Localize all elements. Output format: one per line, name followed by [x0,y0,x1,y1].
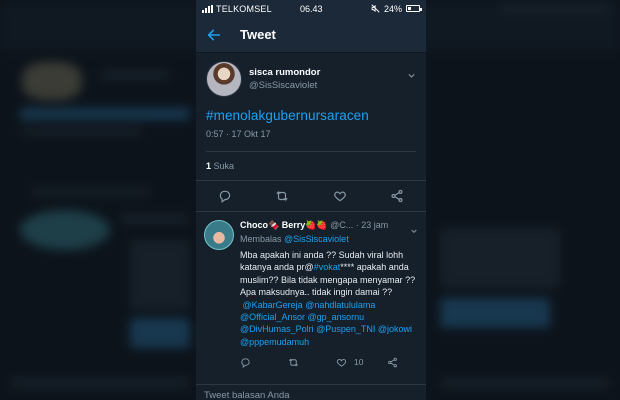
author-handle[interactable]: @SisSiscaviolet [249,80,320,91]
reply-avatar[interactable] [204,220,234,250]
likes-label: Suka [213,161,235,171]
likes-count: 1 [206,161,212,171]
heart-icon[interactable] [336,356,348,368]
vokat-link[interactable]: #vokat [314,262,341,272]
heart-icon[interactable] [333,189,347,203]
mention-link[interactable]: @jokowi [378,324,412,334]
mention-link[interactable]: @DivHumas_Polri [240,324,314,334]
phone-screen: TELKOMSEL 06.43 24% Tweet sisca rumondor… [196,0,426,400]
signal-icon [202,4,213,13]
author-name[interactable]: sisca rumondor [249,67,320,78]
reply-compose-field[interactable]: Tweet balasan Anda [196,384,426,400]
share-icon[interactable] [387,356,399,368]
mention-link[interactable]: @Puspen_TNI [316,324,375,334]
reply-icon[interactable] [240,356,252,368]
reply-text: Mba apakah ini anda ?? Sudah viral lohh … [240,249,416,348]
app-bar: Tweet [196,17,426,53]
mention-link[interactable]: @pppemudamuh [240,337,309,347]
compose-placeholder: Tweet balasan Anda [204,390,290,400]
chevron-down-icon[interactable] [407,67,416,78]
reply-actions: 10 [240,356,416,368]
tweet-hashtag[interactable]: #menolakgubernursaracen [206,108,416,123]
mention-link[interactable]: @gp_ansornu [308,312,365,322]
share-icon[interactable] [390,189,404,203]
likes-summary[interactable]: 1 Suka [206,151,416,180]
page-title: Tweet [240,27,276,42]
carrier-name: TELKOMSEL [216,3,272,14]
replying-to: Membalas @SisSiscaviolet [240,234,416,244]
status-bar: TELKOMSEL 06.43 24% [196,0,426,17]
battery-percent: 24% [383,3,402,14]
chevron-down-icon[interactable] [410,222,418,234]
replying-label: Membalas [240,234,282,244]
avatar[interactable] [206,61,242,97]
main-tweet: sisca rumondor @SisSiscaviolet #menolakg… [196,53,426,212]
mention-link[interactable]: @Official_Ansor [240,312,305,322]
retweet-icon[interactable] [275,189,289,203]
retweet-icon[interactable] [288,356,300,368]
mention-link[interactable]: @nahdlatululama [305,300,375,310]
battery-icon [406,5,422,12]
reply-tweet[interactable]: Choco🍫 Berry🍓🍓 @C... · 23 jam Membalas @… [196,212,426,368]
like-count: 10 [354,357,364,368]
clock: 06.43 [300,3,323,14]
mention-link[interactable]: @KabarGereja [243,300,303,310]
tweet-timestamp: 0:57 · 17 Okt 17 [206,129,271,139]
replying-to-link[interactable]: @SisSiscaviolet [284,234,349,244]
reply-author-name[interactable]: Choco🍫 Berry🍓🍓 [240,220,328,230]
tweet-actions [196,180,426,212]
mute-icon [371,4,380,13]
arrow-left-icon[interactable] [206,26,224,44]
reply-handle-time: @C... · 23 jam [330,220,389,230]
reply-icon[interactable] [218,189,232,203]
